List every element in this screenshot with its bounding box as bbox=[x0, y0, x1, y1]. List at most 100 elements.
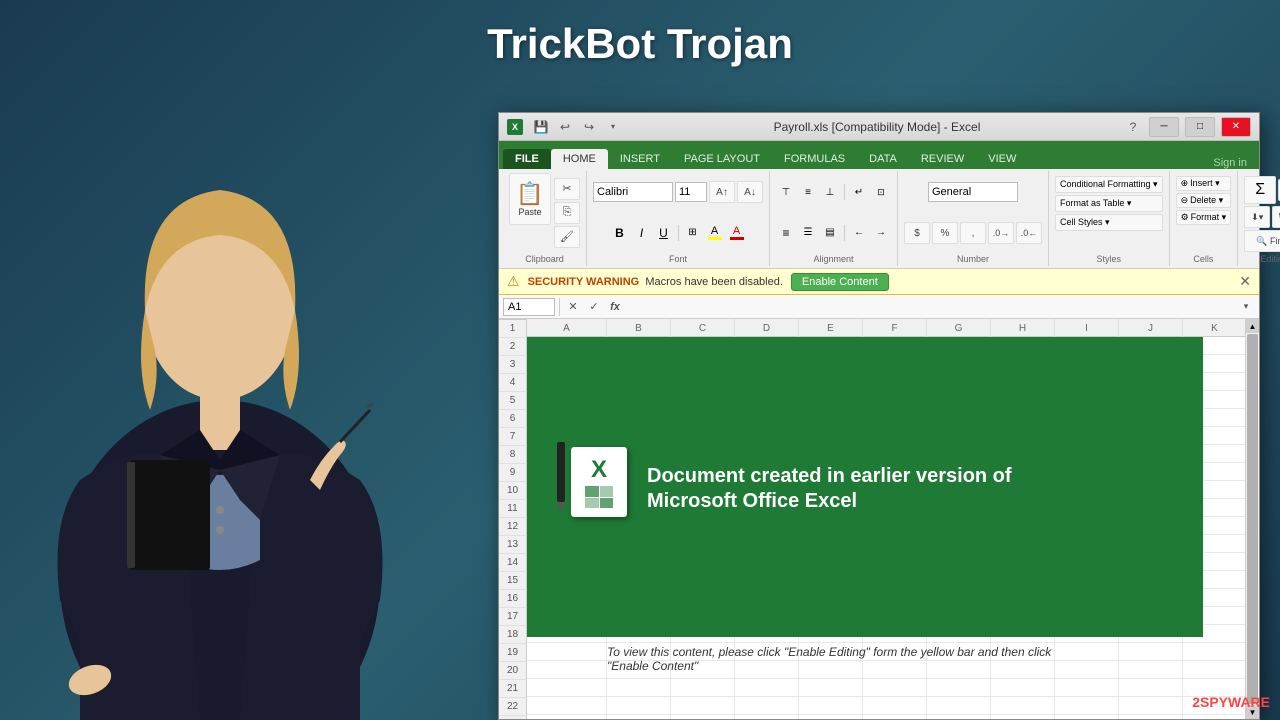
format-painter-button[interactable]: 🖌 bbox=[554, 226, 580, 248]
security-close-btn[interactable]: ✕ bbox=[1239, 273, 1251, 290]
row-4: 4 bbox=[499, 374, 527, 392]
ribbon-content: 📋 Paste ✂ ⎘ 🖌 Clipboard A↑ A↓ B bbox=[499, 169, 1259, 269]
grid-area: A B C D E F G H I J K L M bbox=[527, 319, 1245, 719]
conditional-formatting-btn[interactable]: Conditional Formatting ▾ bbox=[1055, 176, 1163, 193]
font-name-input[interactable] bbox=[593, 182, 673, 202]
tab-data[interactable]: DATA bbox=[857, 149, 909, 169]
col-k: K bbox=[1183, 319, 1245, 337]
enable-content-button[interactable]: Enable Content bbox=[791, 273, 889, 291]
align-right-btn[interactable]: ▤ bbox=[820, 224, 840, 242]
increase-indent-btn[interactable]: → bbox=[871, 224, 891, 242]
col-d: D bbox=[735, 319, 799, 337]
window-title: Payroll.xls [Compatibility Mode] - Excel bbox=[631, 120, 1123, 134]
tab-view[interactable]: VIEW bbox=[976, 149, 1028, 169]
row-21: 21 bbox=[499, 680, 527, 698]
percent-btn[interactable]: % bbox=[932, 222, 958, 244]
col-e: E bbox=[799, 319, 863, 337]
restore-btn[interactable]: □ bbox=[1185, 117, 1215, 137]
align-middle-btn[interactable]: ≡ bbox=[798, 183, 818, 201]
scroll-up-btn[interactable]: ▲ bbox=[1246, 319, 1259, 333]
scroll-thumb[interactable] bbox=[1247, 334, 1258, 704]
align-left-btn[interactable]: ≡ bbox=[776, 224, 796, 242]
decrease-font-btn[interactable]: A↓ bbox=[737, 181, 763, 203]
cell-styles-btn[interactable]: Cell Styles ▾ bbox=[1055, 214, 1163, 231]
col-g: G bbox=[927, 319, 991, 337]
number-format-input[interactable] bbox=[928, 182, 1018, 202]
formula-function-btn[interactable]: fx bbox=[606, 298, 624, 316]
formula-input[interactable] bbox=[628, 298, 1233, 316]
clear-btn[interactable]: 🗑▾ bbox=[1272, 206, 1280, 228]
undo-quick-btn[interactable]: ↩ bbox=[555, 117, 575, 137]
number-row1 bbox=[928, 173, 1018, 211]
security-label: SECURITY WARNING bbox=[528, 276, 640, 288]
row-10: 10 bbox=[499, 482, 527, 500]
row-23: 23 bbox=[499, 716, 527, 719]
security-message: Macros have been disabled. bbox=[645, 276, 783, 288]
bold-button[interactable]: B bbox=[610, 224, 630, 242]
redo-quick-btn[interactable]: ↪ bbox=[579, 117, 599, 137]
copy-button[interactable]: ⎘ bbox=[554, 202, 580, 224]
col-c: C bbox=[671, 319, 735, 337]
find-select-btn[interactable]: 🔍 Find▾ bbox=[1244, 230, 1280, 252]
row-13: 13 bbox=[499, 536, 527, 554]
sheet-content: X Document created in earlie bbox=[527, 337, 1245, 719]
font-row2: B I U ⊞ A A bbox=[610, 214, 747, 253]
tab-page-layout[interactable]: PAGE LAYOUT bbox=[672, 149, 772, 169]
number-row2: $ % , .0→ .0← bbox=[904, 214, 1042, 252]
tab-review[interactable]: REVIEW bbox=[909, 149, 976, 169]
save-quick-btn[interactable]: 💾 bbox=[531, 117, 551, 137]
security-bar: ⚠ SECURITY WARNING Macros have been disa… bbox=[499, 269, 1259, 295]
comma-btn[interactable]: , bbox=[960, 222, 986, 244]
row-11: 11 bbox=[499, 500, 527, 518]
fill-btn[interactable]: ⬇▾ bbox=[1244, 206, 1270, 228]
row-3: 3 bbox=[499, 356, 527, 374]
increase-decimal-btn[interactable]: .0→ bbox=[988, 222, 1014, 244]
font-size-input[interactable] bbox=[675, 182, 707, 202]
insert-cells-btn[interactable]: ⊕Insert ▾ bbox=[1176, 176, 1232, 191]
italic-button[interactable]: I bbox=[632, 224, 652, 242]
cut-button[interactable]: ✂ bbox=[554, 178, 580, 200]
currency-btn[interactable]: $ bbox=[904, 222, 930, 244]
formula-cancel-btn[interactable]: ✕ bbox=[564, 298, 582, 316]
decrease-indent-btn[interactable]: ← bbox=[849, 224, 869, 242]
autosum-btn[interactable]: Σ bbox=[1244, 176, 1276, 204]
merge-btn[interactable]: ⊡ bbox=[871, 183, 891, 201]
ribbon-editing-group: Σ ↕▾ ⬇▾ 🗑▾ 🔍 Find▾ Editing bbox=[1238, 171, 1280, 266]
wrap-text-btn[interactable]: ↵ bbox=[849, 183, 869, 201]
font-row1: A↑ A↓ bbox=[593, 173, 763, 212]
row-1: 1 bbox=[499, 320, 527, 338]
minimize-btn[interactable]: ─ bbox=[1149, 117, 1179, 137]
tab-home[interactable]: HOME bbox=[551, 149, 608, 169]
cell-reference-input[interactable] bbox=[503, 298, 555, 316]
tab-insert[interactable]: INSERT bbox=[608, 149, 672, 169]
underline-button[interactable]: U bbox=[654, 224, 674, 242]
format-as-table-btn[interactable]: Format as Table ▾ bbox=[1055, 195, 1163, 212]
format-cells-btn[interactable]: ⚙Format ▾ bbox=[1176, 210, 1232, 225]
pen-icon bbox=[537, 437, 587, 517]
delete-cells-btn[interactable]: ⊖Delete ▾ bbox=[1176, 193, 1232, 208]
formula-expand-btn[interactable]: ▾ bbox=[1237, 298, 1255, 316]
align-center-btn[interactable]: ☰ bbox=[798, 224, 818, 242]
increase-font-btn[interactable]: A↑ bbox=[709, 181, 735, 203]
font-color-button[interactable]: A bbox=[727, 224, 747, 242]
quick-access-toolbar: X 💾 ↩ ↪ ▾ bbox=[507, 117, 623, 137]
vertical-scrollbar[interactable]: ▲ ▼ bbox=[1245, 319, 1259, 719]
tab-formulas[interactable]: FORMULAS bbox=[772, 149, 857, 169]
align-row1: ⊤ ≡ ⊥ ↵ ⊡ bbox=[776, 173, 891, 212]
formula-confirm-btn[interactable]: ✓ bbox=[585, 298, 603, 316]
ribbon-cells-group: ⊕Insert ▾ ⊖Delete ▾ ⚙Format ▾ Cells bbox=[1170, 171, 1239, 266]
sign-in-label[interactable]: Sign in bbox=[1213, 157, 1247, 169]
close-btn[interactable]: ✕ bbox=[1221, 117, 1251, 137]
paste-button[interactable]: 📋 Paste bbox=[509, 173, 551, 225]
fill-color-button[interactable]: A bbox=[705, 224, 725, 242]
tab-file[interactable]: FILE bbox=[503, 149, 551, 169]
col-a: A bbox=[527, 319, 607, 337]
align-bottom-btn[interactable]: ⊥ bbox=[820, 183, 840, 201]
quick-access-dropdown[interactable]: ▾ bbox=[603, 117, 623, 137]
decrease-decimal-btn[interactable]: .0← bbox=[1016, 222, 1042, 244]
styles-label: Styles bbox=[1097, 252, 1122, 264]
formula-icons: ✕ ✓ fx bbox=[564, 298, 624, 316]
align-top-btn[interactable]: ⊤ bbox=[776, 183, 796, 201]
border-button[interactable]: ⊞ bbox=[683, 224, 703, 242]
help-btn[interactable]: ? bbox=[1123, 117, 1143, 137]
